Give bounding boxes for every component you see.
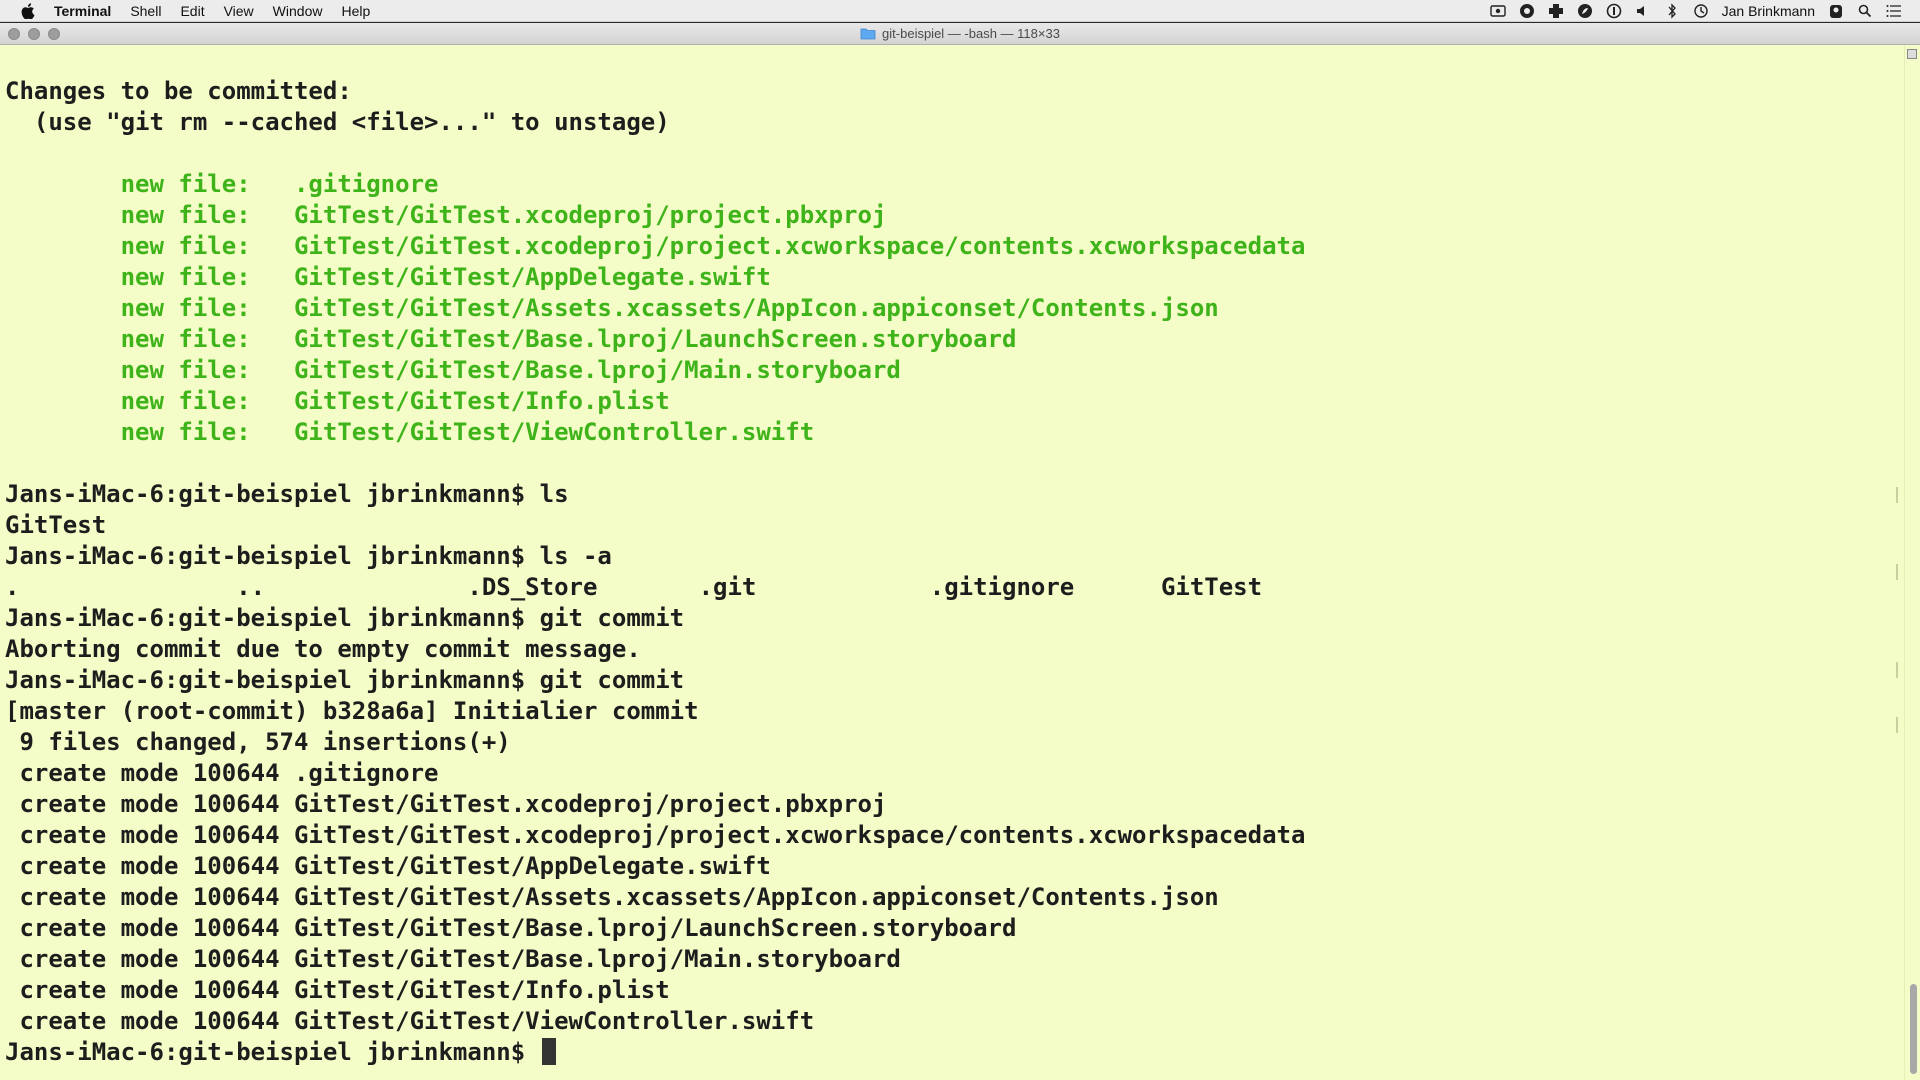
terminal-line: [master (root-commit) b328a6a] Initialie…: [5, 696, 1305, 727]
terminal-line-text: new file: .gitignore: [5, 170, 439, 198]
terminal-line: create mode 100644 .gitignore: [5, 758, 1305, 789]
terminal-line: create mode 100644 GitTest/GitTest/Info.…: [5, 975, 1305, 1006]
terminal-line-text: . .. .DS_Store .git .gitignore GitTest: [5, 573, 1263, 601]
user-name-menu[interactable]: Jan Brinkmann: [1722, 3, 1815, 19]
terminal-line-text: create mode 100644 GitTest/GitTest/Base.…: [5, 914, 1017, 942]
terminal-line: create mode 100644 GitTest/GitTest.xcode…: [5, 820, 1305, 851]
terminal-line: . .. .DS_Store .git .gitignore GitTest: [5, 572, 1305, 603]
menu-help[interactable]: Help: [341, 3, 370, 19]
terminal-line: new file: .gitignore: [5, 169, 1305, 200]
terminal-line-text: [master (root-commit) b328a6a] Initialie…: [5, 697, 699, 725]
terminal-line-text: create mode 100644 GitTest/GitTest/Asset…: [5, 883, 1219, 911]
terminal-line: Jans-iMac-6:git-beispiel jbrinkmann$ git…: [5, 603, 1305, 634]
terminal-line-text: new file: GitTest/GitTest/ViewController…: [5, 418, 815, 446]
user-icon[interactable]: [1828, 3, 1844, 19]
menu-window[interactable]: Window: [273, 3, 323, 19]
terminal-line: new file: GitTest/GitTest/Base.lproj/Lau…: [5, 324, 1305, 355]
terminal-line-text: Jans-iMac-6:git-beispiel jbrinkmann$: [5, 1038, 540, 1066]
terminal-line: create mode 100644 GitTest/GitTest.xcode…: [5, 789, 1305, 820]
terminal-line-text: Jans-iMac-6:git-beispiel jbrinkmann$ ls …: [5, 542, 612, 570]
terminal-line: create mode 100644 GitTest/GitTest/Base.…: [5, 913, 1305, 944]
apple-menu-icon[interactable]: [18, 2, 38, 19]
terminal-line: Aborting commit due to empty commit mess…: [5, 634, 1305, 665]
terminal-line: GitTest: [5, 510, 1305, 541]
terminal-line-text: (use "git rm --cached <file>..." to unst…: [5, 108, 670, 136]
terminal-line: create mode 100644 GitTest/GitTest/AppDe…: [5, 851, 1305, 882]
terminal-line: new file: GitTest/GitTest.xcodeproj/proj…: [5, 231, 1306, 262]
window-title-text: git-beispiel — -bash — 118×33: [882, 26, 1060, 41]
info-icon[interactable]: [1606, 3, 1622, 19]
terminal-line-text: new file: GitTest/GitTest/Base.lproj/Mai…: [5, 356, 901, 384]
menu-app-terminal[interactable]: Terminal: [54, 3, 111, 19]
camera-icon[interactable]: [1519, 3, 1535, 19]
terminal-line: Jans-iMac-6:git-beispiel jbrinkmann$ ls: [5, 479, 1305, 510]
spotlight-search-icon[interactable]: [1857, 3, 1873, 19]
terminal-line-text: Jans-iMac-6:git-beispiel jbrinkmann$ git…: [5, 604, 685, 632]
terminal-prompt-line: Jans-iMac-6:git-beispiel jbrinkmann$: [5, 1037, 1305, 1068]
terminal-line: (use "git rm --cached <file>..." to unst…: [5, 107, 1305, 138]
terminal-line-text: new file: GitTest/GitTest/Info.plist: [5, 387, 670, 415]
command-mark: [1896, 487, 1898, 503]
terminal-output: Changes to be committed: (use "git rm --…: [5, 76, 1305, 1068]
terminal-line-text: new file: GitTest/GitTest.xcodeproj/proj…: [5, 232, 1306, 260]
notification-center-icon[interactable]: [1886, 3, 1902, 19]
vertical-scrollbar[interactable]: [1904, 45, 1920, 1080]
split-pane-icon[interactable]: [1907, 49, 1917, 59]
menu-edit[interactable]: Edit: [180, 3, 204, 19]
terminal-line: new file: GitTest/GitTest/Base.lproj/Mai…: [5, 355, 1305, 386]
terminal-line: new file: GitTest/GitTest.xcodeproj/proj…: [5, 200, 1305, 231]
terminal-line-text: create mode 100644 GitTest/GitTest.xcode…: [5, 821, 1306, 849]
terminal-line-text: Changes to be committed:: [5, 77, 352, 105]
terminal-line-text: create mode 100644 GitTest/GitTest.xcode…: [5, 790, 887, 818]
terminal-line-text: create mode 100644 GitTest/GitTest/AppDe…: [5, 852, 771, 880]
terminal-line-text: create mode 100644 GitTest/GitTest/Info.…: [5, 976, 670, 1004]
terminal-line: Changes to be committed:: [5, 76, 1305, 107]
terminal-line-text: new file: GitTest/GitTest/Assets.xcasset…: [5, 294, 1219, 322]
window-title-bar[interactable]: git-beispiel — -bash — 118×33: [0, 23, 1920, 45]
terminal-line-text: new file: GitTest/GitTest/Base.lproj/Lau…: [5, 325, 1017, 353]
terminal-line: 9 files changed, 574 insertions(+): [5, 727, 1305, 758]
terminal-line-text: create mode 100644 .gitignore: [5, 759, 439, 787]
screen-record-icon[interactable]: [1489, 3, 1506, 19]
terminal-line: new file: GitTest/GitTest/Assets.xcasset…: [5, 293, 1305, 324]
terminal-line-text: Jans-iMac-6:git-beispiel jbrinkmann$ git…: [5, 666, 685, 694]
terminal-line-text: GitTest: [5, 511, 107, 539]
text-cursor: [541, 1038, 556, 1065]
menu-bar: Terminal Shell Edit View Window Help Jan…: [0, 0, 1920, 22]
window-title: git-beispiel — -bash — 118×33: [0, 26, 1920, 41]
terminal-line: new file: GitTest/GitTest/ViewController…: [5, 417, 1305, 448]
volume-icon[interactable]: [1635, 3, 1651, 19]
bluetooth-icon[interactable]: [1664, 2, 1680, 19]
terminal-line-text: new file: GitTest/GitTest/AppDelegate.sw…: [5, 263, 771, 291]
terminal-view[interactable]: Changes to be committed: (use "git rm --…: [0, 45, 1920, 1080]
folder-icon: [860, 27, 876, 40]
terminal-line-text: 9 files changed, 574 insertions(+): [5, 728, 511, 756]
terminal-line-text: create mode 100644 GitTest/GitTest/Base.…: [5, 945, 901, 973]
menu-view[interactable]: View: [224, 3, 254, 19]
terminal-line-text: new file: GitTest/GitTest.xcodeproj/proj…: [5, 201, 887, 229]
terminal-line: new file: GitTest/GitTest/Info.plist: [5, 386, 1305, 417]
command-mark: [1896, 662, 1898, 678]
terminal-line: Jans-iMac-6:git-beispiel jbrinkmann$ ls …: [5, 541, 1305, 572]
command-mark: [1896, 717, 1898, 733]
terminal-line-text: Aborting commit due to empty commit mess…: [5, 635, 641, 663]
leaf-icon[interactable]: [1577, 3, 1593, 19]
menu-shell[interactable]: Shell: [130, 3, 161, 19]
terminal-line: Jans-iMac-6:git-beispiel jbrinkmann$ git…: [5, 665, 1305, 696]
terminal-line: create mode 100644 GitTest/GitTest/Asset…: [5, 882, 1305, 913]
terminal-line-text: create mode 100644 GitTest/GitTest/ViewC…: [5, 1007, 815, 1035]
plus-icon[interactable]: [1548, 3, 1564, 19]
terminal-line: new file: GitTest/GitTest/AppDelegate.sw…: [5, 262, 1305, 293]
terminal-line-text: Jans-iMac-6:git-beispiel jbrinkmann$ ls: [5, 480, 569, 508]
terminal-line: create mode 100644 GitTest/GitTest/Base.…: [5, 944, 1305, 975]
terminal-line: create mode 100644 GitTest/GitTest/ViewC…: [5, 1006, 1305, 1037]
scrollbar-thumb[interactable]: [1910, 984, 1917, 1074]
time-machine-icon[interactable]: [1693, 3, 1709, 19]
command-mark: [1896, 564, 1898, 580]
